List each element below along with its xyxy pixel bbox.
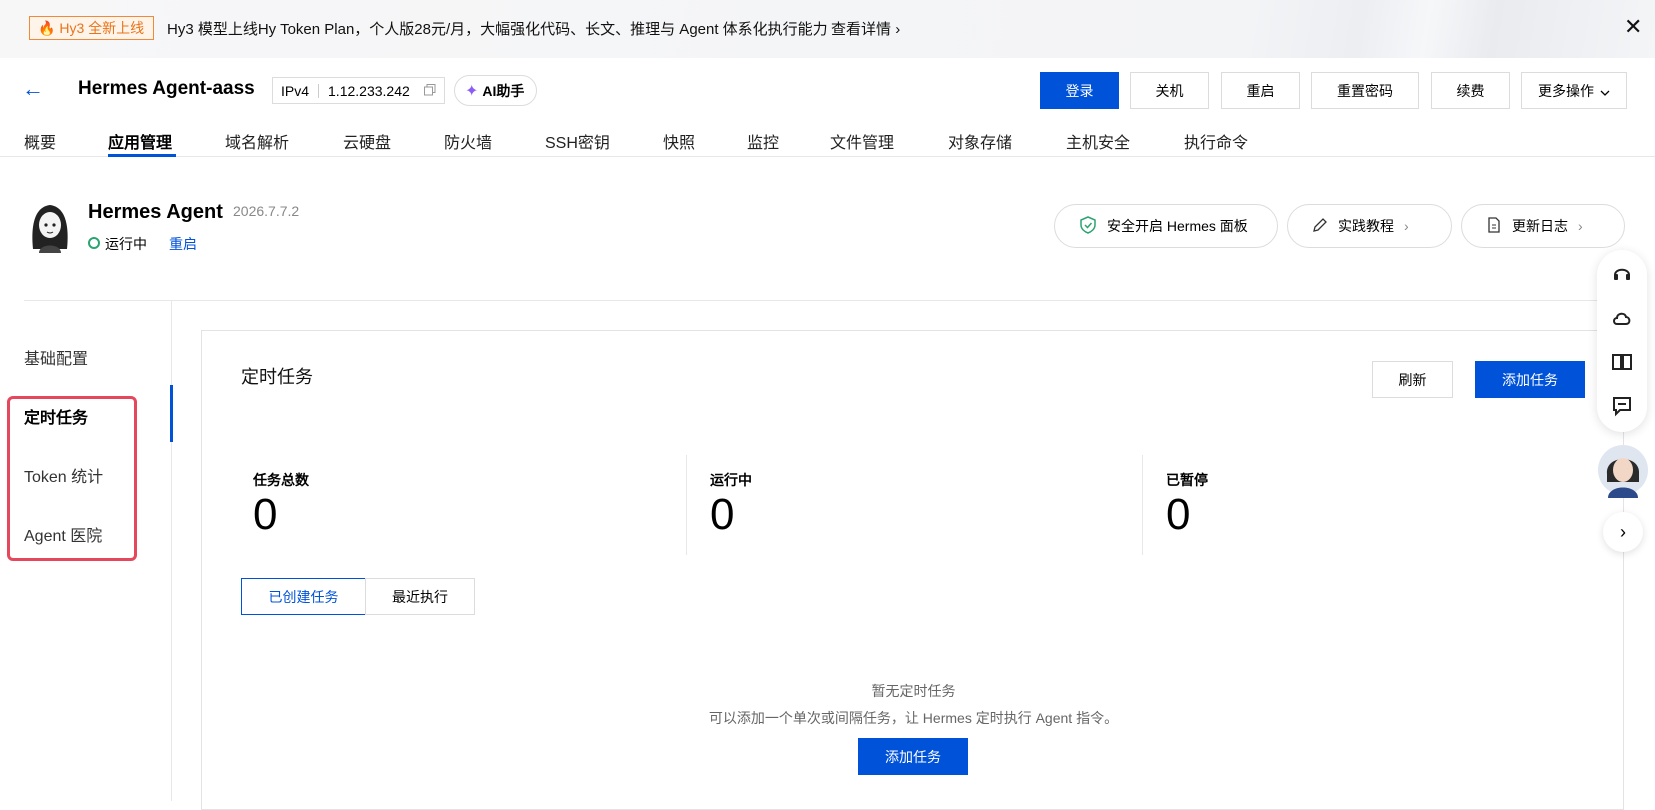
tab-dns[interactable]: 域名解析: [225, 129, 289, 153]
app-name: Hermes Agent: [88, 201, 223, 223]
tab-object-storage[interactable]: 对象存储: [948, 129, 1012, 153]
shield-check-icon: [1079, 215, 1097, 237]
back-arrow-icon[interactable]: ←: [22, 76, 44, 102]
chevron-down-icon: [1600, 83, 1610, 99]
instance-title: Hermes Agent-aass: [78, 78, 255, 99]
chevron-right-icon: ›: [895, 21, 901, 38]
stat-paused-label: 已暂停: [1166, 472, 1208, 488]
changelog-button[interactable]: 更新日志 ›: [1461, 204, 1625, 248]
chevron-right-icon[interactable]: ›: [1603, 512, 1643, 552]
flame-icon: 🔥: [38, 20, 56, 36]
restart-button[interactable]: 重启: [1221, 72, 1300, 109]
status-text: 运行中: [105, 236, 147, 252]
refresh-button[interactable]: 刷新: [1372, 361, 1453, 398]
tab-snapshot[interactable]: 快照: [663, 129, 695, 153]
tab-file-management[interactable]: 文件管理: [830, 129, 894, 153]
pencil-icon: [1312, 217, 1328, 236]
segment-created-tasks[interactable]: 已创建任务: [241, 578, 366, 615]
promo-banner: 🔥 Hy3 全新上线 Hy3 模型上线Hy Token Plan，个人版28元/…: [0, 0, 1655, 58]
promo-details-link[interactable]: 查看详情 ›: [831, 18, 900, 39]
book-icon[interactable]: [1610, 350, 1634, 374]
tutorial-button[interactable]: 实践教程 ›: [1287, 204, 1452, 248]
ip-type: IPv4: [281, 82, 310, 99]
ai-assistant-button[interactable]: ✦ AI助手: [454, 75, 538, 106]
ip-address-box: IPv4 1.12.233.242: [272, 77, 445, 104]
renew-button[interactable]: 续费: [1431, 72, 1510, 109]
tab-cloud-disk[interactable]: 云硬盘: [343, 129, 391, 153]
shutdown-button[interactable]: 关机: [1130, 72, 1209, 109]
empty-add-task-button[interactable]: 添加任务: [858, 738, 968, 775]
open-panel-button[interactable]: 安全开启 Hermes 面板: [1054, 204, 1278, 248]
tab-host-security[interactable]: 主机安全: [1066, 129, 1130, 153]
restart-link[interactable]: 重启: [169, 234, 197, 254]
tab-monitor[interactable]: 监控: [747, 129, 779, 153]
close-icon[interactable]: ✕: [1624, 15, 1642, 39]
card-title: 定时任务: [241, 367, 313, 387]
feedback-icon[interactable]: [1610, 394, 1634, 418]
status-dot-icon: [88, 237, 100, 249]
stat-total-value: 0: [253, 490, 278, 539]
active-tab-underline: [108, 154, 176, 157]
headset-icon[interactable]: [1610, 262, 1634, 286]
empty-description: 可以添加一个单次或间隔任务，让 Hermes 定时执行 Agent 指令。: [708, 710, 1119, 726]
empty-title: 暂无定时任务: [871, 683, 956, 699]
highlight-box: [7, 396, 137, 561]
segment-recent-runs[interactable]: 最近执行: [365, 578, 475, 615]
tab-firewall[interactable]: 防火墙: [444, 129, 492, 153]
promo-badge: 🔥 Hy3 全新上线: [29, 16, 155, 40]
tab-ssh-keys[interactable]: SSH密钥: [545, 129, 610, 153]
assistant-avatar[interactable]: [1598, 442, 1648, 498]
tab-run-command[interactable]: 执行命令: [1184, 129, 1248, 153]
chevron-right-icon: ›: [1578, 218, 1583, 234]
cloud-icon[interactable]: [1610, 306, 1634, 330]
floating-toolbar: [1597, 250, 1647, 432]
chevron-right-icon: ›: [1404, 218, 1409, 234]
stat-running-value: 0: [710, 490, 735, 539]
promo-text: Hy3 模型上线Hy Token Plan，个人版28元/月，大幅强化代码、长文…: [167, 21, 828, 38]
login-button[interactable]: 登录: [1040, 72, 1119, 109]
copy-icon[interactable]: [423, 83, 436, 99]
add-task-button[interactable]: 添加任务: [1475, 361, 1585, 398]
sidebar-active-indicator: [170, 385, 173, 442]
reset-password-button[interactable]: 重置密码: [1311, 72, 1419, 109]
sparkle-icon: ✦: [465, 82, 479, 100]
tab-overview[interactable]: 概要: [24, 129, 56, 153]
app-version: 2026.7.7.2: [233, 203, 300, 219]
ip-value: 1.12.233.242: [328, 82, 410, 99]
app-avatar: [25, 199, 75, 253]
stat-running-label: 运行中: [710, 472, 752, 488]
stat-paused-value: 0: [1166, 490, 1191, 539]
stat-total-label: 任务总数: [253, 472, 309, 488]
sidebar-item-basic-config[interactable]: 基础配置: [24, 345, 88, 369]
document-icon: [1486, 216, 1502, 236]
more-actions-button[interactable]: 更多操作: [1521, 72, 1627, 109]
tab-app-management[interactable]: 应用管理: [108, 129, 172, 153]
